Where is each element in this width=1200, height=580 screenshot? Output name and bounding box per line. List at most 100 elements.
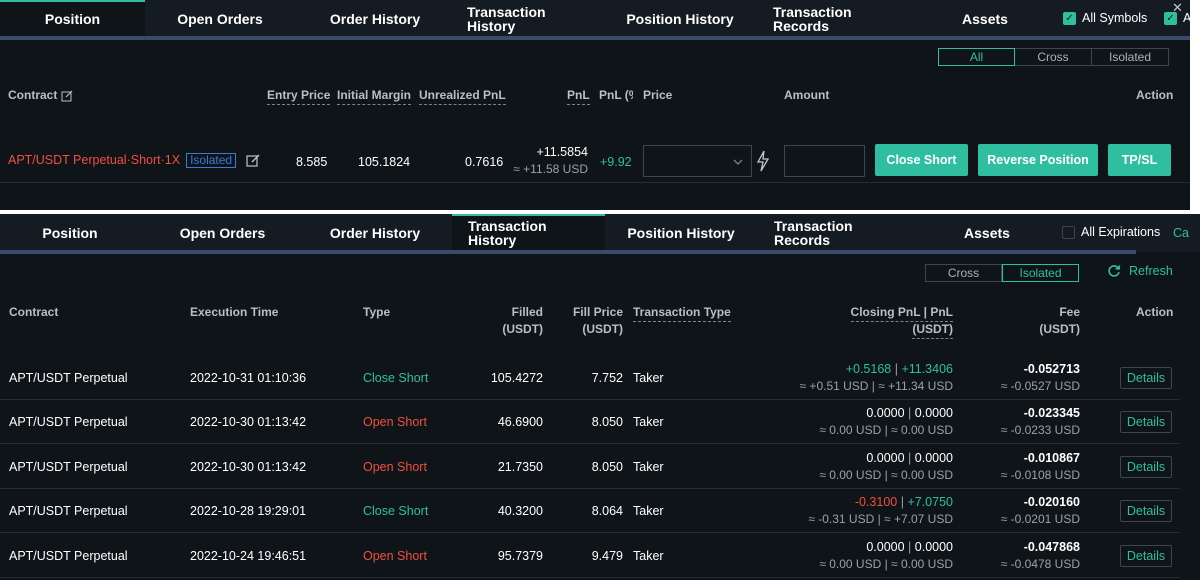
row-closing-pnl: 0.0000 | 0.0000 ≈ 0.00 USD | ≈ 0.00 USD xyxy=(773,406,953,437)
header-label: Amount xyxy=(784,88,830,102)
edit-icon[interactable] xyxy=(245,154,260,168)
refresh-icon xyxy=(1108,265,1121,277)
filter-isolated[interactable]: Isolated xyxy=(1092,48,1169,66)
filter-isolated[interactable]: Isolated xyxy=(1002,264,1079,282)
edit-icon[interactable] xyxy=(61,90,73,102)
reverse-position-button[interactable]: Reverse Position xyxy=(978,144,1098,176)
details-button[interactable]: Details xyxy=(1120,456,1172,478)
row-filled: 105.4272 xyxy=(490,371,543,385)
refresh-label: Refresh xyxy=(1129,264,1173,278)
tab-position-history[interactable]: Position History xyxy=(605,0,755,38)
close-icon[interactable]: ✕ xyxy=(1172,0,1183,16)
position-contract[interactable]: APT/USDT Perpetual·Short·1X Isolated xyxy=(8,153,260,168)
row-fee: -0.047868 ≈ -0.0478 USD xyxy=(980,540,1080,571)
amount-input[interactable] xyxy=(784,145,865,177)
row-fee: -0.010867 ≈ -0.0108 USD xyxy=(980,451,1080,482)
header-type: Type xyxy=(363,305,391,319)
margin-filter: Cross Isolated xyxy=(925,264,1079,282)
header-initial-margin: Initial Margin xyxy=(337,88,412,105)
header-fee: Fee (USDT) xyxy=(1000,305,1080,336)
details-button[interactable]: Details xyxy=(1120,367,1172,389)
header-action: Action xyxy=(1136,88,1173,102)
tab-label: Transaction History xyxy=(467,4,546,34)
tab-position-history[interactable]: Position History xyxy=(606,214,756,252)
row-execution-time: 2022-10-30 01:13:42 xyxy=(190,415,307,429)
row-closing-pnl: -0.3100 | +7.0750 ≈ -0.31 USD | ≈ +7.07 U… xyxy=(773,495,953,526)
header-label: Fee xyxy=(1059,305,1080,319)
checkbox-icon: ✓ xyxy=(1063,11,1076,25)
tab-transaction-records[interactable]: Transaction Records xyxy=(774,214,904,252)
all-expirations-checkbox[interactable]: All Expirations xyxy=(1062,225,1160,239)
header-contract: Contract xyxy=(9,305,59,319)
pnl-value: +11.5854 ≈ +11.58 USD xyxy=(508,145,588,176)
header-execution-time: Execution Time xyxy=(190,305,279,319)
fee-usd: ≈ -0.0201 USD xyxy=(1000,512,1080,526)
row-fee: -0.020160 ≈ -0.0201 USD xyxy=(980,495,1080,526)
tab-assets[interactable]: Assets xyxy=(927,214,1047,252)
header-pnl: PnL xyxy=(567,88,590,105)
row-execution-time: 2022-10-31 01:10:36 xyxy=(190,371,307,385)
filter-all[interactable]: All xyxy=(938,48,1015,66)
row-divider xyxy=(0,443,1180,444)
row-divider xyxy=(0,577,1180,578)
header-label: Closing PnL | PnL xyxy=(850,305,953,322)
tab-assets[interactable]: Assets xyxy=(925,0,1045,38)
cancel-link[interactable]: Ca xyxy=(1173,226,1189,240)
tab-label: Order History xyxy=(329,225,421,241)
tab-open-orders[interactable]: Open Orders xyxy=(145,214,300,252)
tab-open-orders[interactable]: Open Orders xyxy=(145,0,295,38)
header-label: Contract xyxy=(8,88,58,102)
tab-order-history[interactable]: Order History xyxy=(300,0,450,38)
row-contract: APT/USDT Perpetual xyxy=(9,504,128,518)
row-type: Close Short xyxy=(363,504,429,518)
pnl-value: +7.0750 xyxy=(907,495,953,509)
row-transaction-type: Taker xyxy=(633,549,664,563)
row-closing-pnl: 0.0000 | 0.0000 ≈ 0.00 USD | ≈ 0.00 USD xyxy=(773,451,953,482)
lightning-icon[interactable] xyxy=(755,150,771,172)
header-unit: (USDT) xyxy=(912,322,953,339)
tab-transaction-history[interactable]: Transaction History xyxy=(452,214,605,252)
header-label: Price xyxy=(643,88,673,102)
header-label: Fill Price xyxy=(572,305,623,319)
chevron-down-icon[interactable] xyxy=(733,158,743,166)
details-button[interactable]: Details xyxy=(1120,500,1172,522)
pnl-amount: +11.5854 xyxy=(536,145,588,159)
price-input[interactable] xyxy=(643,145,752,177)
tab-bar: Position Open Orders Order History Trans… xyxy=(0,214,1200,254)
pnl-value: 0.0000 xyxy=(914,406,953,420)
refresh-button[interactable]: Refresh xyxy=(1107,264,1173,278)
row-fill-price: 9.479 xyxy=(591,549,623,563)
header-unit: (USDT) xyxy=(502,322,543,336)
row-filled: 21.7350 xyxy=(497,460,543,474)
tab-transaction-history[interactable]: Transaction History xyxy=(467,0,597,38)
pnl-usd: ≈ 0.00 USD | ≈ 0.00 USD xyxy=(819,557,953,571)
tab-position[interactable]: Position xyxy=(0,0,145,38)
header-contract: Contract xyxy=(8,88,73,102)
fee-usd: ≈ -0.0478 USD xyxy=(1000,557,1080,571)
all-symbols-checkbox[interactable]: ✓ All Symbols xyxy=(1063,11,1147,25)
fee-usd: ≈ -0.0233 USD xyxy=(1000,423,1080,437)
pnl-usd: ≈ +11.58 USD xyxy=(513,162,588,176)
tab-label: Position History xyxy=(627,225,735,241)
filter-cross[interactable]: Cross xyxy=(925,264,1002,282)
details-button[interactable]: Details xyxy=(1120,411,1172,433)
tpsl-button[interactable]: TP/SL xyxy=(1108,144,1171,176)
close-short-button[interactable]: Close Short xyxy=(875,144,968,176)
header-unrealized-pnl: Unrealized PnL xyxy=(419,88,506,105)
pnl-usd: ≈ 0.00 USD | ≈ 0.00 USD xyxy=(819,468,953,482)
details-button[interactable]: Details xyxy=(1120,545,1172,567)
filter-cross[interactable]: Cross xyxy=(1015,48,1092,66)
tab-order-history[interactable]: Order History xyxy=(300,214,450,252)
row-divider xyxy=(0,532,1180,533)
transaction-history-panel: Position Open Orders Order History Trans… xyxy=(0,214,1200,580)
row-fill-price: 7.752 xyxy=(591,371,623,385)
margin-filter: All Cross Isolated xyxy=(938,48,1169,66)
pnl-pct-value: +9.92 xyxy=(600,155,632,169)
initial-margin-value: 105.1824 xyxy=(358,155,411,169)
tab-transaction-records[interactable]: Transaction Records xyxy=(773,0,903,38)
tab-position[interactable]: Position xyxy=(0,214,140,252)
closing-pnl-value: 0.0000 xyxy=(866,451,905,465)
position-panel: Position Open Orders Order History Trans… xyxy=(0,0,1190,210)
header-label: Transaction Type xyxy=(633,305,731,322)
fee-value: -0.023345 xyxy=(1023,406,1080,420)
